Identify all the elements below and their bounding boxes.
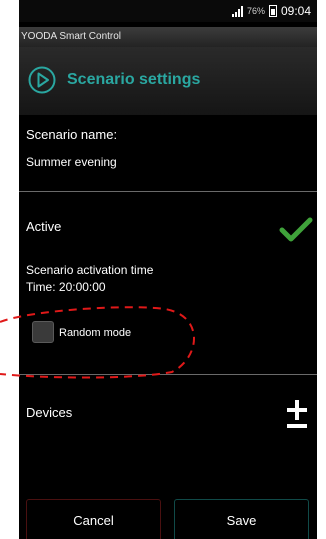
phone-screen: 76% 09:04 YOODA Smart Control Scenario s… <box>19 0 317 539</box>
status-time: 09:04 <box>280 4 311 18</box>
page-title: Scenario settings <box>67 71 201 88</box>
status-bar: 76% 09:04 <box>19 0 317 22</box>
battery-percent: 76% <box>246 6 265 16</box>
battery-icon <box>268 5 277 17</box>
add-icon[interactable] <box>286 398 308 430</box>
active-label: Active <box>26 219 62 234</box>
highlight-annotation <box>0 306 195 379</box>
scenario-name-label: Scenario name: <box>26 127 118 142</box>
save-button[interactable]: Save <box>174 499 309 539</box>
activation-time-value[interactable]: Time: 20:00:00 <box>26 280 106 294</box>
devices-label: Devices <box>26 405 73 420</box>
app-title-bar: YOODA Smart Control <box>19 27 317 47</box>
play-circle-icon <box>28 66 56 94</box>
status-indicators: 76% 09:04 <box>231 3 311 19</box>
scenario-name-value[interactable]: Summer evening <box>26 155 117 169</box>
signal-icon <box>231 5 243 17</box>
divider <box>19 191 317 192</box>
activation-time-title[interactable]: Scenario activation time <box>26 263 153 277</box>
screen-header: Scenario settings <box>19 47 317 115</box>
cancel-button[interactable]: Cancel <box>26 499 161 539</box>
checkmark-icon[interactable] <box>279 216 313 244</box>
